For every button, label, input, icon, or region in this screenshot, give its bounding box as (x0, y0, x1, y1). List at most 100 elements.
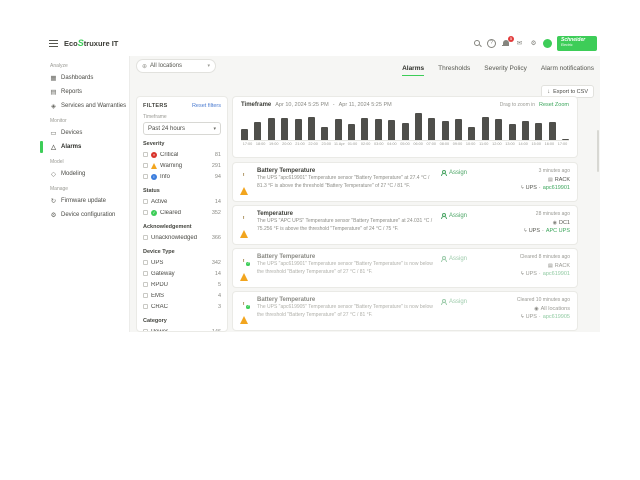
alarm-row-1[interactable]: Battery TemperatureThe UPS "apc619901" T… (232, 162, 578, 202)
settings-gear-icon[interactable]: ⚙ (529, 39, 538, 48)
checkbox-power[interactable] (143, 329, 148, 332)
chart-range-end: Apr 11, 2024 5:25 PM (339, 102, 392, 108)
tab-thresholds[interactable]: Thresholds (438, 65, 470, 76)
alarm-timestamp: Cleared 10 minutes ago (517, 297, 570, 303)
sidebar-item-firmware-update[interactable]: ↻Firmware update (40, 194, 129, 208)
checkbox-cleared[interactable] (143, 210, 148, 215)
device-link[interactable]: apc619905 (543, 314, 570, 320)
bar-17-00[interactable] (241, 129, 248, 140)
timeframe-value: Past 24 hours (148, 126, 185, 132)
tab-alarms[interactable]: Alarms (402, 65, 424, 76)
timeframe-select[interactable]: Past 24 hours ▾ (143, 122, 221, 135)
checkbox-ems[interactable] (143, 293, 148, 298)
bar-22-00[interactable] (308, 117, 315, 140)
tab-severity-policy[interactable]: Severity Policy (484, 65, 527, 76)
alarm-row-3[interactable]: Battery TemperatureThe UPS "apc619901" T… (232, 248, 578, 288)
checkbox-rpdu[interactable] (143, 282, 148, 287)
notifications-bell-icon[interactable]: 5 (501, 39, 510, 48)
device-separator: · (539, 271, 541, 277)
device-link[interactable]: apc619901 (543, 271, 570, 277)
bar-08-00[interactable] (442, 121, 449, 140)
alarm-row-4[interactable]: Battery TemperatureThe UPS "apc619905" T… (232, 291, 578, 331)
search-icon[interactable] (473, 39, 482, 48)
checkbox-ups[interactable] (143, 260, 148, 265)
bar-01-00[interactable] (348, 124, 355, 140)
chart-range-separator: - (333, 102, 335, 108)
alarm-timestamp: 3 minutes ago (539, 168, 570, 174)
alarm-meta: Cleared 8 minutes ago▤RACKϟUPS·apc619901 (505, 254, 570, 282)
sidebar-item-devices[interactable]: ▭Devices (40, 126, 129, 140)
bar-23-00[interactable] (321, 127, 328, 140)
bar-18-00[interactable] (254, 122, 261, 140)
filter-option-count: 4 (218, 293, 221, 299)
checkbox-unacknowledged[interactable] (143, 235, 148, 240)
bar-11-apr[interactable] (335, 119, 342, 140)
assign-label: Assign (449, 213, 467, 219)
alarm-timestamp: 28 minutes ago (536, 211, 570, 217)
device-link[interactable]: APC UPS (546, 228, 570, 234)
alarm-bar-chart[interactable] (241, 111, 569, 141)
bar-19-00[interactable] (268, 118, 275, 140)
sidebar-item-dashboards[interactable]: ▦Dashboards (40, 71, 129, 85)
bar-12-00[interactable] (495, 119, 502, 140)
bar-21-00[interactable] (295, 119, 302, 140)
sidebar-item-modeling[interactable]: ◇Modeling (40, 167, 129, 181)
alarm-location: ◉DC1 (553, 220, 570, 226)
assign-button[interactable]: Assign (441, 297, 499, 325)
schneider-electric-logo[interactable]: Schneider Electric (557, 36, 597, 51)
checkbox-info[interactable] (143, 174, 148, 179)
alarm-meta: Cleared 10 minutes ago◉All locationsϟUPS… (505, 297, 570, 325)
checkbox-warning[interactable] (143, 163, 148, 168)
alarm-location-label: DC1 (559, 220, 570, 226)
location-picker[interactable]: ⊕ All locations ▾ (136, 59, 216, 73)
filter-option-label: Unacknowledged (151, 235, 209, 241)
sidebar-section-label-analyze: Analyze (40, 58, 129, 71)
tab-alarm-notifications[interactable]: Alarm notifications (541, 65, 594, 76)
bar-09-00[interactable] (455, 119, 462, 140)
sidebar-item-device-configuration[interactable]: ⚙Device configuration (40, 208, 129, 222)
bar-10-00[interactable] (468, 127, 475, 140)
x-tick-label: 03:00 (372, 142, 385, 146)
sidebar-item-reports[interactable]: ▤Reports (40, 85, 129, 99)
bar-02-00[interactable] (361, 118, 368, 140)
checkbox-gateway[interactable] (143, 271, 148, 276)
bar-05-00[interactable] (402, 123, 409, 140)
bar-13-00[interactable] (509, 124, 516, 140)
checkbox-active[interactable] (143, 199, 148, 204)
bar-11-00[interactable] (482, 117, 489, 140)
announcements-icon[interactable]: ✉ (515, 39, 524, 48)
bar-04-00[interactable] (388, 120, 395, 140)
bar-20-00[interactable] (281, 118, 288, 140)
assign-button[interactable]: Assign (441, 211, 499, 239)
cleared-check-icon (245, 261, 251, 267)
scrollbar-thumb[interactable] (597, 130, 599, 172)
help-icon[interactable]: ? (487, 39, 496, 48)
bar-16-00[interactable] (549, 122, 556, 140)
sidebar-item-services-and-warranties[interactable]: ◈Services and Warranties (40, 99, 129, 113)
alarm-list: Battery TemperatureThe UPS "apc619901" T… (232, 162, 578, 331)
bar-07-00[interactable] (428, 118, 435, 140)
devices-icon: ▭ (50, 129, 57, 137)
device-link[interactable]: apc619901 (543, 185, 570, 191)
checkbox-critical[interactable] (143, 152, 148, 157)
bar-15-00[interactable] (535, 123, 542, 140)
sidebar-item-alarms[interactable]: △Alarms (40, 140, 129, 154)
alarm-row-2[interactable]: TemperatureThe UPS "APC UPS" Temperature… (232, 205, 578, 245)
reset-zoom-link[interactable]: Reset Zoom (539, 102, 569, 108)
reset-filters-link[interactable]: Reset filters (192, 103, 221, 109)
x-tick-label: 05:00 (399, 142, 412, 146)
ups-bolt-icon: ϟ (521, 271, 524, 277)
assign-person-icon (441, 170, 446, 176)
assign-person-icon (441, 213, 446, 219)
bar-06-00[interactable] (415, 113, 422, 140)
checkbox-crac[interactable] (143, 304, 148, 309)
assign-button[interactable]: Assign (441, 168, 499, 196)
bar-17-00[interactable] (562, 139, 569, 140)
assign-button[interactable]: Assign (441, 254, 499, 282)
alarm-description: The UPS "apc619901" Temperature sensor "… (257, 175, 435, 190)
hamburger-menu-icon[interactable] (49, 40, 58, 47)
bar-03-00[interactable] (375, 119, 382, 140)
avatar[interactable] (543, 39, 552, 48)
timeframe-label: Timeframe (143, 114, 221, 120)
bar-14-00[interactable] (522, 121, 529, 140)
